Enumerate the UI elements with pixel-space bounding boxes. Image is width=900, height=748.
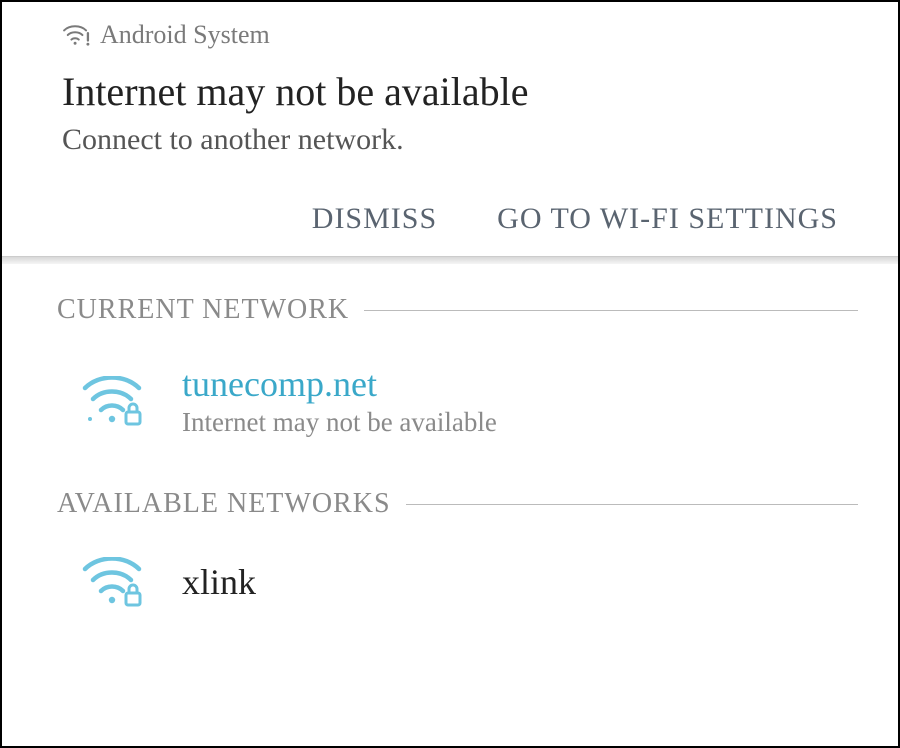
current-network-header: CURRENT NETWORK [57,294,858,326]
current-network-row[interactable]: tunecomp.net Internet may not be availab… [57,351,858,468]
available-network-row[interactable]: xlink [57,545,858,637]
notification-actions: DISMISS GO TO WI-FI SETTINGS [62,202,858,236]
network-status: Internet may not be available [182,407,497,438]
wifi-alert-icon [62,24,90,46]
section-divider-line [364,310,858,311]
network-text-block: xlink [182,561,256,603]
section-divider-line [406,504,858,505]
notification-subtitle: Connect to another network. [62,123,858,157]
wifi-settings-button[interactable]: GO TO WI-FI SETTINGS [497,202,838,236]
panel-divider [2,256,898,264]
notification-title: Internet may not be available [62,68,858,115]
network-name: xlink [182,561,256,603]
wifi-lock-icon [79,557,144,607]
section-label: AVAILABLE NETWORKS [57,488,391,520]
section-label: CURRENT NETWORK [57,294,349,326]
notification-source: Android System [100,20,270,50]
dismiss-button[interactable]: DISMISS [312,202,437,236]
available-networks-header: AVAILABLE NETWORKS [57,488,858,520]
system-notification: Android System Internet may not be avail… [2,2,898,256]
wifi-settings-panel: CURRENT NETWORK tunecomp.net Internet ma… [2,264,898,647]
wifi-lock-icon [79,376,144,426]
network-name: tunecomp.net [182,363,497,405]
network-text-block: tunecomp.net Internet may not be availab… [182,363,497,438]
notification-header: Android System [62,20,858,50]
